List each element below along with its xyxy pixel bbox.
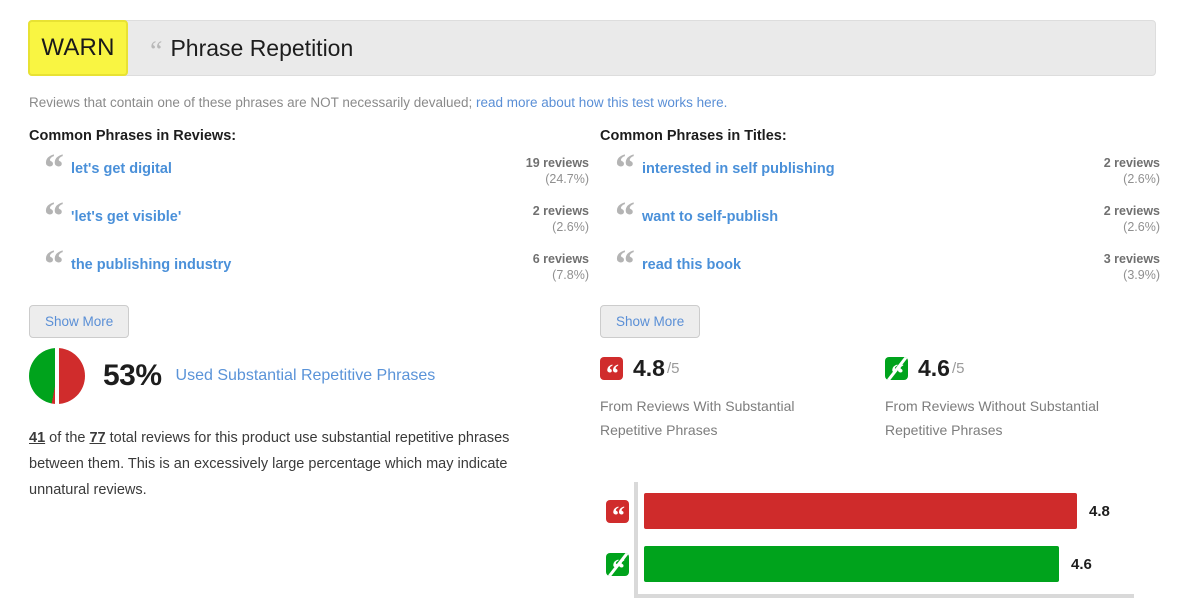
header-bar: WARN “ Phrase Repetition [28, 20, 1156, 76]
phrase-review-count: 3 reviews [1103, 252, 1160, 266]
phrase-stats: 19 reviews (24.7%) [526, 155, 589, 187]
phrase-left: “ let's get digital [29, 145, 172, 190]
phrase-review-percent: (3.9%) [1123, 268, 1160, 282]
page-title: Phrase Repetition [170, 34, 354, 61]
phrase-stats: 2 reviews (2.6%) [533, 203, 589, 235]
quote-mark-icon: “ [615, 241, 635, 286]
used-review-count: 41 [29, 430, 46, 446]
rating-description: From Reviews With Substantial Repetitive… [600, 398, 795, 438]
list-item: “ let's get digital 19 reviews (24.7%) [29, 145, 589, 203]
phrase-stats: 2 reviews (2.6%) [1104, 155, 1160, 187]
rating-with-phrases: “ 4.8 /5 From Reviews With Substantial R… [600, 355, 885, 442]
ratings-comparison: “ 4.8 /5 From Reviews With Substantial R… [600, 355, 1170, 442]
titles-column-heading: Common Phrases in Titles: [600, 128, 787, 144]
header-title-wrap: “ Phrase Repetition [150, 34, 354, 67]
phrase-link[interactable]: want to self-publish [642, 203, 778, 229]
phrase-left: “ interested in self publishing [600, 145, 835, 190]
quote-mark-crossed-badge-icon: “ [885, 357, 908, 380]
rating-description: From Reviews Without Substantial Repetit… [885, 398, 1099, 438]
phrase-left: “ the publishing industry [29, 241, 231, 286]
phrase-review-count: 6 reviews [532, 252, 589, 266]
phrase-review-count: 19 reviews [525, 156, 589, 170]
repetitive-phrase-summary: 53% Used Substantial Repetitive Phrases [29, 348, 435, 404]
phrase-stats: 6 reviews (7.8%) [533, 251, 589, 283]
pie-chart-icon [29, 348, 85, 404]
quote-mark-badge-icon: “ [600, 357, 623, 380]
test-info-link[interactable]: read more about how this test works here… [476, 95, 727, 110]
quote-mark-badge-icon: “ [606, 499, 629, 523]
quote-mark-icon: “ [44, 193, 64, 238]
bar-row-with-phrases: “ 4.8 [600, 493, 1110, 529]
summary-paragraph: 41 of the 77 total reviews for this prod… [29, 425, 541, 503]
phrase-link[interactable]: read this book [642, 251, 741, 277]
phrase-review-count: 2 reviews [532, 204, 589, 218]
phrase-link[interactable]: interested in self publishing [642, 155, 835, 181]
phrase-stats: 3 reviews (3.9%) [1104, 251, 1160, 283]
phrase-review-count: 2 reviews [1103, 204, 1160, 218]
phrase-review-percent: (2.6%) [1123, 220, 1160, 234]
phrase-link[interactable]: 'let's get visible' [71, 203, 181, 229]
bar-row-without-phrases: “ 4.6 [600, 546, 1092, 582]
phrase-review-percent: (7.8%) [552, 268, 589, 282]
bar-without-phrases [644, 546, 1059, 582]
phrase-link[interactable]: the publishing industry [71, 251, 231, 277]
quote-mark-icon: “ [44, 241, 64, 286]
summary-mid-text: of the [45, 430, 90, 446]
list-item: “ read this book 3 reviews (3.9%) [600, 241, 1160, 299]
phrase-review-count: 2 reviews [1103, 156, 1160, 170]
bar-value-label: 4.8 [1089, 502, 1110, 520]
phrase-stats: 2 reviews (2.6%) [1104, 203, 1160, 235]
subtitle-text: Reviews that contain one of these phrase… [29, 95, 476, 110]
show-more-titles-button[interactable]: Show More [600, 305, 701, 338]
rating-out-of: /5 [951, 360, 965, 377]
warn-badge: WARN [28, 20, 128, 76]
rating-head: “ 4.6 /5 [885, 355, 1170, 382]
phrase-link[interactable]: let's get digital [71, 155, 172, 181]
rating-score: 4.6 [918, 355, 950, 381]
titles-phrases-column: Common Phrases in Titles: “ interested i… [600, 128, 1160, 338]
rating-head: “ 4.8 /5 [600, 355, 885, 382]
pie-percent-value: 53% [103, 359, 162, 392]
phrase-review-percent: (24.7%) [545, 172, 589, 186]
rating-without-phrases: “ 4.6 /5 From Reviews Without Substantia… [885, 355, 1170, 442]
rating-out-of: /5 [666, 360, 680, 377]
chart-x-axis [634, 594, 1134, 598]
phrase-left: “ want to self-publish [600, 193, 778, 238]
phrase-review-percent: (2.6%) [552, 220, 589, 234]
quote-mark-icon: “ [615, 193, 635, 238]
quote-mark-crossed-badge-icon: “ [606, 552, 629, 576]
list-item: “ the publishing industry 6 reviews (7.8… [29, 241, 589, 299]
quote-mark-icon: “ [615, 145, 635, 190]
bar-value-label: 4.6 [1071, 555, 1092, 573]
subtitle: Reviews that contain one of these phrase… [29, 95, 727, 110]
phrase-review-percent: (2.6%) [1123, 172, 1160, 186]
ratings-bar-chart: “ 4.8 “ 4.6 [600, 482, 1160, 607]
quote-mark-icon: “ [44, 145, 64, 190]
phrase-left: “ read this book [600, 241, 741, 286]
list-item: “ interested in self publishing 2 review… [600, 145, 1160, 203]
rating-score: 4.8 [633, 355, 665, 381]
list-item: “ want to self-publish 2 reviews (2.6%) [600, 193, 1160, 251]
phrase-repetition-panel: WARN “ Phrase Repetition Reviews that co… [0, 0, 1191, 615]
reviews-phrases-column: Common Phrases in Reviews: “ let's get d… [29, 128, 589, 338]
pie-percent-label: Used Substantial Repetitive Phrases [175, 367, 436, 384]
total-review-count: 77 [89, 430, 106, 446]
phrase-left: “ 'let's get visible' [29, 193, 181, 238]
show-more-reviews-button[interactable]: Show More [29, 305, 130, 338]
bar-with-phrases [644, 493, 1077, 529]
list-item: “ 'let's get visible' 2 reviews (2.6%) [29, 193, 589, 251]
reviews-column-heading: Common Phrases in Reviews: [29, 128, 237, 144]
